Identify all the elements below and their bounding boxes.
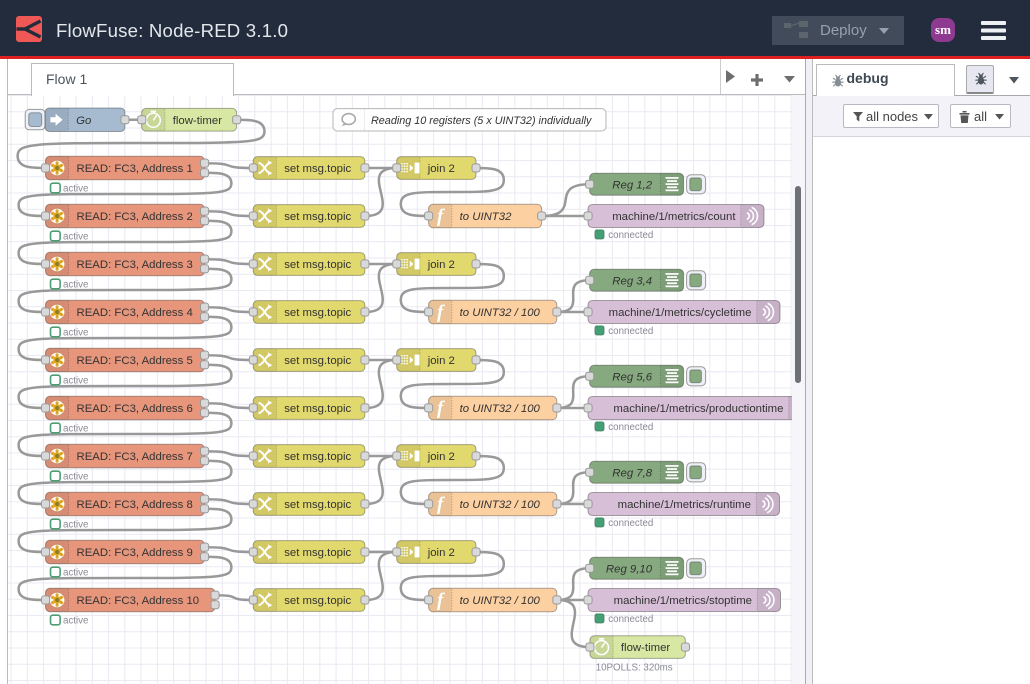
svg-text:Go: Go <box>76 115 91 127</box>
svg-text:set msg.topic: set msg.topic <box>284 307 351 319</box>
svg-text:Reg 7,8: Reg 7,8 <box>612 467 652 479</box>
svg-text:machine/1/metrics/count: machine/1/metrics/count <box>612 211 736 223</box>
svg-text:set msg.topic: set msg.topic <box>284 499 351 511</box>
svg-text:connected: connected <box>608 614 653 625</box>
svg-text:set msg.topic: set msg.topic <box>284 403 351 415</box>
svg-text:10POLLS: 320ms: 10POLLS: 320ms <box>596 663 673 674</box>
svg-text:active: active <box>63 279 89 290</box>
svg-text:set msg.topic: set msg.topic <box>284 451 351 463</box>
svg-text:join 2: join 2 <box>427 355 455 367</box>
svg-text:set msg.topic: set msg.topic <box>284 211 351 223</box>
svg-text:active: active <box>63 183 89 194</box>
svg-text:READ: FC3, Address 7: READ: FC3, Address 7 <box>77 451 193 463</box>
svg-text:READ: FC3, Address 4: READ: FC3, Address 4 <box>77 307 193 319</box>
svg-text:connected: connected <box>608 518 653 529</box>
svg-text:join 2: join 2 <box>427 547 455 559</box>
svg-text:active: active <box>63 231 89 242</box>
svg-text:active: active <box>63 327 89 338</box>
svg-text:join 2: join 2 <box>427 163 455 175</box>
svg-text:to UINT32 / 100: to UINT32 / 100 <box>460 307 541 319</box>
svg-text:READ: FC3, Address 8: READ: FC3, Address 8 <box>77 499 193 511</box>
svg-text:Reg 5,6: Reg 5,6 <box>612 371 652 383</box>
svg-text:active: active <box>63 567 89 578</box>
svg-text:flow-timer: flow-timer <box>621 642 671 654</box>
svg-text:active: active <box>63 615 89 626</box>
svg-text:READ: FC3, Address 10: READ: FC3, Address 10 <box>77 595 200 607</box>
svg-text:Reg 9,10: Reg 9,10 <box>606 563 653 575</box>
svg-text:READ: FC3, Address 1: READ: FC3, Address 1 <box>77 163 193 175</box>
svg-text:set msg.topic: set msg.topic <box>284 595 351 607</box>
svg-text:Reg 1,2: Reg 1,2 <box>612 179 652 191</box>
svg-text:join 2: join 2 <box>427 259 455 271</box>
svg-text:machine/1/metrics/cycletime: machine/1/metrics/cycletime <box>609 307 752 319</box>
svg-text:set msg.topic: set msg.topic <box>284 355 351 367</box>
svg-text:to UINT32 / 100: to UINT32 / 100 <box>460 595 541 607</box>
svg-text:READ: FC3, Address 5: READ: FC3, Address 5 <box>77 355 193 367</box>
svg-text:active: active <box>63 423 89 434</box>
svg-text:Reg 3,4: Reg 3,4 <box>612 275 652 287</box>
svg-text:active: active <box>63 375 89 386</box>
svg-text:READ: FC3, Address 3: READ: FC3, Address 3 <box>77 259 193 271</box>
svg-text:set msg.topic: set msg.topic <box>284 259 351 271</box>
svg-text:machine/1/metrics/productionti: machine/1/metrics/productiontime <box>613 403 783 415</box>
svg-text:connected: connected <box>608 422 653 433</box>
svg-text:to UINT32 / 100: to UINT32 / 100 <box>460 403 541 415</box>
svg-text:to UINT32: to UINT32 <box>460 211 512 223</box>
svg-text:join 2: join 2 <box>427 451 455 463</box>
svg-text:machine/1/metrics/stoptime: machine/1/metrics/stoptime <box>614 595 752 607</box>
svg-text:READ: FC3, Address 6: READ: FC3, Address 6 <box>77 403 193 415</box>
svg-text:READ: FC3, Address 2: READ: FC3, Address 2 <box>77 211 193 223</box>
svg-text:active: active <box>63 471 89 482</box>
svg-text:to UINT32 / 100: to UINT32 / 100 <box>460 499 541 511</box>
svg-text:READ: FC3, Address 9: READ: FC3, Address 9 <box>77 547 193 559</box>
svg-text:connected: connected <box>608 326 653 337</box>
svg-text:flow-timer: flow-timer <box>173 115 223 127</box>
svg-text:set msg.topic: set msg.topic <box>284 163 351 175</box>
svg-text:active: active <box>63 519 89 530</box>
svg-text:set msg.topic: set msg.topic <box>284 547 351 559</box>
svg-text:connected: connected <box>608 230 653 241</box>
svg-text:Reading 10 registers (5 x UINT: Reading 10 registers (5 x UINT32) indivi… <box>371 115 593 127</box>
svg-text:machine/1/metrics/runtime: machine/1/metrics/runtime <box>618 499 751 511</box>
